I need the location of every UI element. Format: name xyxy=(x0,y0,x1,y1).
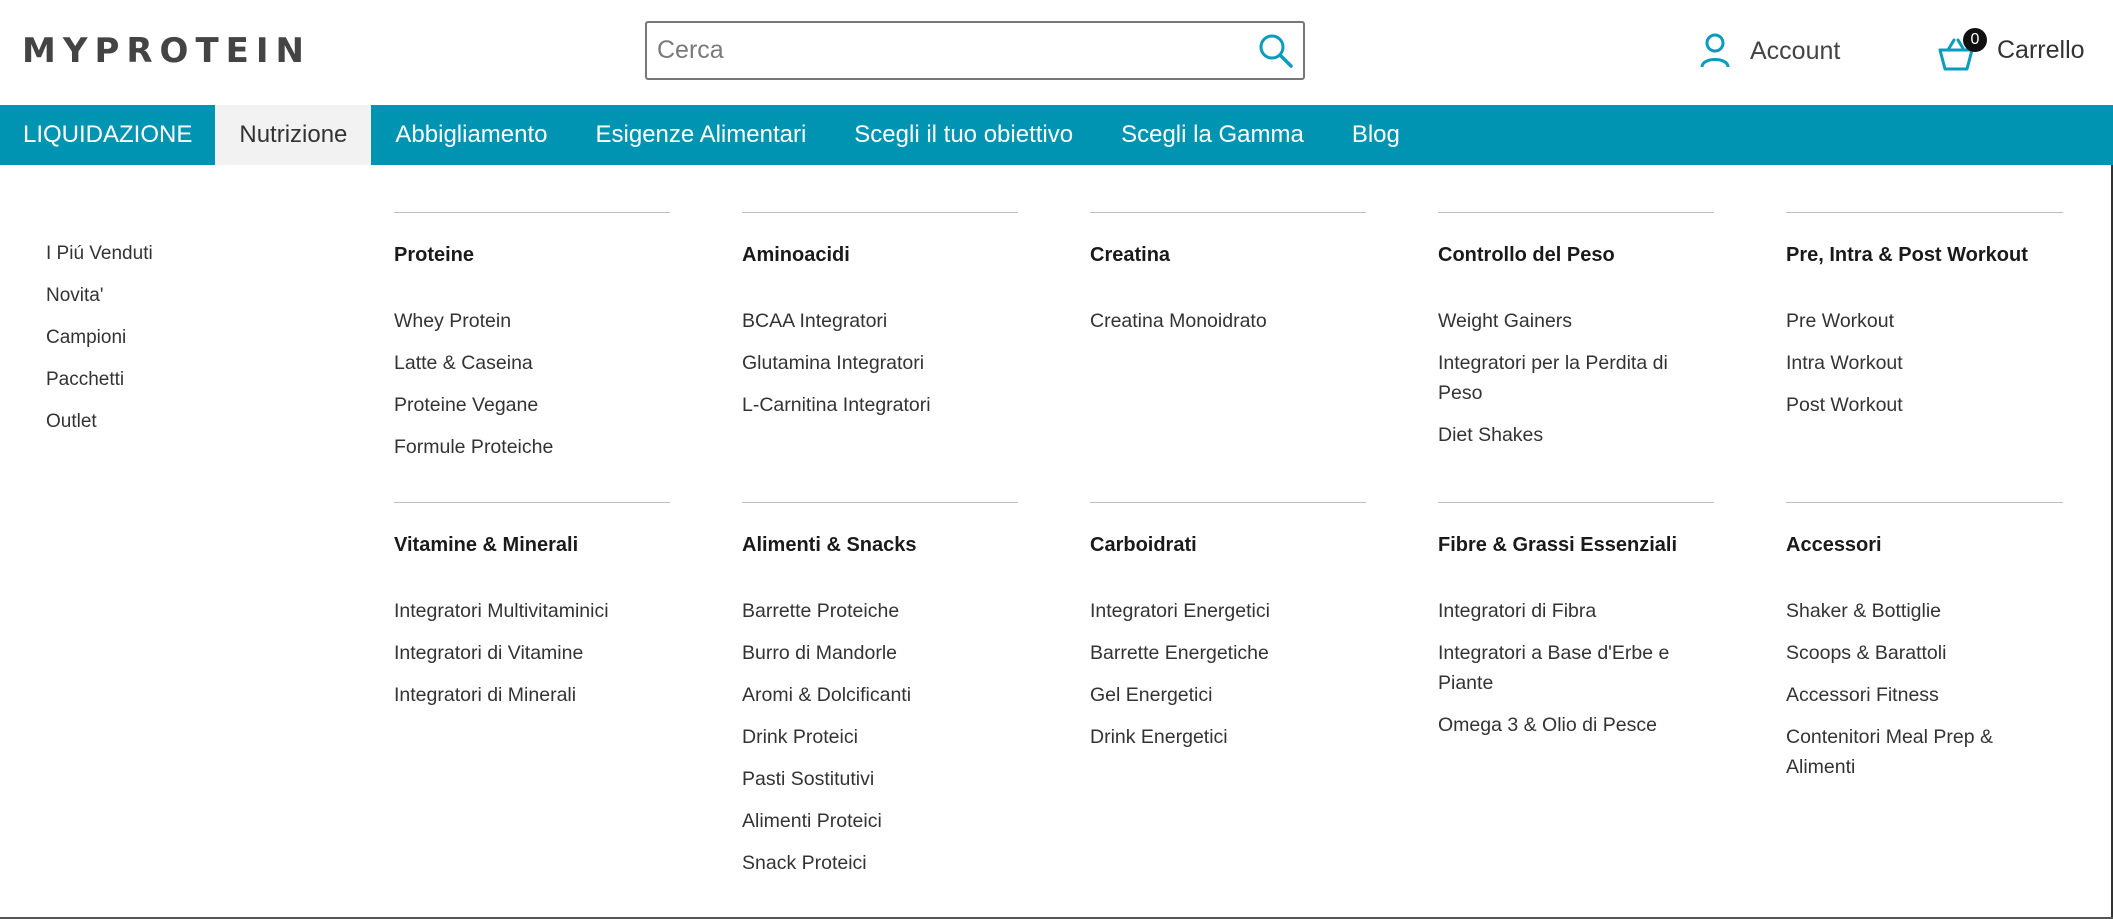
user-icon xyxy=(1700,33,1730,68)
search-input[interactable] xyxy=(657,23,1237,78)
menu-link[interactable]: Whey Protein xyxy=(394,306,670,336)
column-title[interactable]: Accessori xyxy=(1786,533,2063,596)
menu-column: Vitamine & Minerali Integratori Multivit… xyxy=(394,502,670,722)
menu-link[interactable]: Post Workout xyxy=(1786,390,2063,420)
column-title[interactable]: Pre, Intra & Post Workout xyxy=(1786,243,2063,306)
menu-link[interactable]: Integratori di Fibra xyxy=(1438,596,1714,626)
search-icon xyxy=(1259,34,1293,68)
menu-link[interactable]: Drink Energetici xyxy=(1090,722,1366,752)
menu-link[interactable]: Weight Gainers xyxy=(1438,306,1714,336)
nav-item-scegli-obiettivo[interactable]: Scegli il tuo obiettivo xyxy=(830,105,1097,165)
cart-icon-wrap: 0 xyxy=(1937,28,1987,71)
column-title[interactable]: Carboidrati xyxy=(1090,533,1366,596)
main-nav: LIQUIDAZIONE Nutrizione Abbigliamento Es… xyxy=(0,105,2113,165)
menu-link[interactable]: Integratori Multivitaminici xyxy=(394,596,670,626)
menu-link[interactable]: Contenitori Meal Prep & Alimenti xyxy=(1786,722,2063,782)
column-title[interactable]: Alimenti & Snacks xyxy=(742,533,1018,596)
column-divider xyxy=(1090,502,1366,503)
menu-column: Aminoacidi BCAA Integratori Glutamina In… xyxy=(742,212,1018,432)
menu-link[interactable]: Aromi & Dolcificanti xyxy=(742,680,1018,710)
nav-item-abbigliamento[interactable]: Abbigliamento xyxy=(371,105,571,165)
column-title[interactable]: Creatina xyxy=(1090,243,1366,306)
menu-column: Fibre & Grassi Essenziali Integratori di… xyxy=(1438,502,1714,752)
column-divider xyxy=(394,502,670,503)
menu-link[interactable]: Integratori per la Perdita di Peso xyxy=(1438,348,1714,408)
column-title[interactable]: Vitamine & Minerali xyxy=(394,533,670,596)
menu-link[interactable]: Integratori a Base d'Erbe e Piante xyxy=(1438,638,1714,698)
menu-column: Accessori Shaker & Bottiglie Scoops & Ba… xyxy=(1786,502,2063,794)
menu-link[interactable]: Integratori di Vitamine xyxy=(394,638,670,668)
menu-link[interactable]: Glutamina Integratori xyxy=(742,348,1018,378)
column-divider xyxy=(1438,502,1714,503)
menu-link[interactable]: Alimenti Proteici xyxy=(742,806,1018,836)
column-divider xyxy=(742,502,1018,503)
menu-link[interactable]: Intra Workout xyxy=(1786,348,2063,378)
menu-link[interactable]: Pre Workout xyxy=(1786,306,2063,336)
nav-item-scegli-gamma[interactable]: Scegli la Gamma xyxy=(1097,105,1328,165)
column-divider xyxy=(1090,212,1366,213)
menu-link[interactable]: Integratori di Minerali xyxy=(394,680,670,710)
account-label: Account xyxy=(1750,36,1841,65)
menu-link[interactable]: BCAA Integratori xyxy=(742,306,1018,336)
cart-label: Carrello xyxy=(1997,35,2085,64)
column-title[interactable]: Controllo del Peso xyxy=(1438,243,1714,306)
quick-link[interactable]: I Piú Venduti xyxy=(46,242,153,284)
search-button[interactable] xyxy=(1257,32,1295,70)
menu-link[interactable]: Snack Proteici xyxy=(742,848,1018,878)
nav-item-esigenze-alimentari[interactable]: Esigenze Alimentari xyxy=(572,105,831,165)
brand-logo[interactable]: MYPROTEIN xyxy=(22,31,311,71)
column-divider xyxy=(1438,212,1714,213)
menu-link[interactable]: L-Carnitina Integratori xyxy=(742,390,1018,420)
menu-column: Proteine Whey Protein Latte & Caseina Pr… xyxy=(394,212,670,474)
menu-link[interactable]: Diet Shakes xyxy=(1438,420,1714,450)
quick-link[interactable]: Pacchetti xyxy=(46,368,153,410)
nutrition-mega-menu: I Piú Venduti Novita' Campioni Pacchetti… xyxy=(0,165,2113,919)
menu-link[interactable]: Pasti Sostitutivi xyxy=(742,764,1018,794)
cart-count-badge: 0 xyxy=(1963,28,1987,52)
quick-links: I Piú Venduti Novita' Campioni Pacchetti… xyxy=(46,242,153,452)
menu-link[interactable]: Scoops & Barattoli xyxy=(1786,638,2063,668)
menu-link[interactable]: Latte & Caseina xyxy=(394,348,670,378)
menu-column: Controllo del Peso Weight Gainers Integr… xyxy=(1438,212,1714,462)
menu-link[interactable]: Integratori Energetici xyxy=(1090,596,1366,626)
column-divider xyxy=(1786,212,2063,213)
site-header: MYPROTEIN Account 0 Carrello xyxy=(0,0,2113,105)
menu-link[interactable]: Burro di Mandorle xyxy=(742,638,1018,668)
menu-link[interactable]: Barrette Proteiche xyxy=(742,596,1018,626)
column-divider xyxy=(1786,502,2063,503)
quick-link[interactable]: Novita' xyxy=(46,284,153,326)
menu-link[interactable]: Accessori Fitness xyxy=(1786,680,2063,710)
menu-link[interactable]: Proteine Vegane xyxy=(394,390,670,420)
menu-link[interactable]: Omega 3 & Olio di Pesce xyxy=(1438,710,1714,740)
column-title[interactable]: Aminoacidi xyxy=(742,243,1018,306)
nav-item-blog[interactable]: Blog xyxy=(1328,105,1424,165)
menu-column: Creatina Creatina Monoidrato xyxy=(1090,212,1366,348)
column-title[interactable]: Proteine xyxy=(394,243,670,306)
menu-column: Pre, Intra & Post Workout Pre Workout In… xyxy=(1786,212,2063,432)
menu-column: Carboidrati Integratori Energetici Barre… xyxy=(1090,502,1366,764)
column-divider xyxy=(742,212,1018,213)
menu-link[interactable]: Drink Proteici xyxy=(742,722,1018,752)
menu-link[interactable]: Creatina Monoidrato xyxy=(1090,306,1366,336)
menu-column: Alimenti & Snacks Barrette Proteiche Bur… xyxy=(742,502,1018,890)
account-link[interactable]: Account xyxy=(1700,30,1840,72)
nav-item-liquidazione[interactable]: LIQUIDAZIONE xyxy=(0,105,215,165)
menu-link[interactable]: Shaker & Bottiglie xyxy=(1786,596,2063,626)
menu-link[interactable]: Gel Energetici xyxy=(1090,680,1366,710)
menu-link[interactable]: Formule Proteiche xyxy=(394,432,670,462)
column-divider xyxy=(394,212,670,213)
quick-link[interactable]: Outlet xyxy=(46,410,153,452)
search-bar xyxy=(645,21,1305,80)
nav-item-nutrizione[interactable]: Nutrizione xyxy=(215,105,372,165)
column-title[interactable]: Fibre & Grassi Essenziali xyxy=(1438,533,1714,596)
menu-link[interactable]: Barrette Energetiche xyxy=(1090,638,1366,668)
quick-link[interactable]: Campioni xyxy=(46,326,153,368)
cart-link[interactable]: 0 Carrello xyxy=(1937,24,2085,76)
